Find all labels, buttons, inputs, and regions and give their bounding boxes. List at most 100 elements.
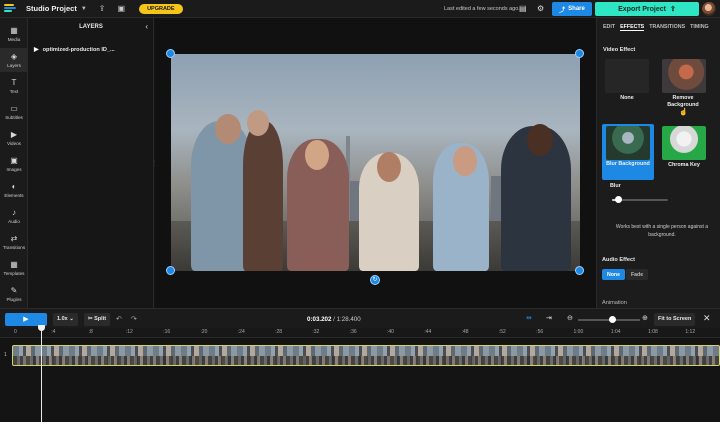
blur-slider-knob[interactable]: [614, 196, 622, 203]
image-icon[interactable]: ▣: [118, 4, 126, 13]
layers-panel: LAYERS ‹ ▶ optimized-production ID_...: [28, 18, 154, 308]
layer-item-name: optimized-production ID_...: [42, 46, 115, 53]
rail-label: Images: [6, 166, 22, 172]
share-button[interactable]: ⤴ Share: [552, 2, 592, 16]
snap-icon[interactable]: ⇹: [526, 314, 532, 322]
transitions-icon: ⇄: [10, 233, 18, 243]
images-icon: ▣: [10, 155, 18, 165]
rail-item-subtitles[interactable]: ▭ Subtitles: [0, 100, 28, 124]
effect-remove-background-thumb[interactable]: [662, 59, 706, 93]
subtitles-icon: ▭: [10, 103, 18, 113]
project-title[interactable]: Studio Project: [26, 4, 77, 13]
rail-label: Templates: [3, 270, 25, 276]
fit-to-screen-button[interactable]: Fit to Screen: [654, 313, 696, 326]
ruler-tick: :32: [312, 329, 320, 335]
tool-rail: ▦ Media ◈ Layers T Text ▭ Subtitles ▶ Videos …: [0, 18, 28, 308]
audio-effect-label: Audio Effect: [602, 257, 635, 263]
rail-item-elements[interactable]: ◐ Elements: [0, 178, 28, 202]
rail-label: Audio: [8, 218, 20, 224]
rail-item-layers[interactable]: ◈ Layers: [0, 48, 28, 72]
tab-effects[interactable]: EFFECTS: [620, 24, 645, 31]
current-time: 0:03.202: [307, 316, 332, 323]
rail-label: Subtitles: [5, 114, 23, 120]
play-icon: ▶: [23, 316, 29, 323]
video-frame[interactable]: [171, 54, 580, 271]
rail-item-templates[interactable]: ▦ Templates: [0, 256, 28, 280]
avatar[interactable]: [702, 2, 716, 16]
close-icon[interactable]: ✕: [703, 313, 711, 324]
ruler-tick: :28: [275, 329, 283, 335]
rail-label: Text: [9, 88, 19, 94]
playhead[interactable]: [41, 326, 42, 422]
tab-edit[interactable]: EDIT: [603, 24, 615, 31]
blur-label: Blur: [610, 183, 621, 189]
effect-none-thumb[interactable]: [605, 59, 649, 93]
effect-chroma-key-thumb[interactable]: [662, 126, 706, 160]
share-icon: ⤴: [559, 7, 566, 14]
timeline-toolbar: ▶ 1.0x ⌄ ✂ Split ↶ ↷ 0:03.202 / 1:28.400…: [0, 308, 720, 328]
rail-item-text[interactable]: T Text: [0, 74, 28, 98]
effect-blur-background-thumb[interactable]: [606, 126, 650, 160]
layer-item[interactable]: ▶ optimized-production ID_...: [34, 46, 115, 54]
split-button[interactable]: ✂ Split: [84, 313, 111, 326]
collapse-chevron-icon[interactable]: ‹: [145, 22, 148, 31]
video-clip[interactable]: [12, 345, 720, 366]
resize-handle-bottom-right[interactable]: [575, 266, 584, 275]
rail-label: Media: [7, 36, 21, 42]
upgrade-button[interactable]: UPGRADE: [139, 3, 183, 14]
ruler-tick: :24: [237, 329, 245, 335]
cursor-pointer-icon: ☝: [679, 109, 688, 116]
video-effect-label: Video Effect: [603, 47, 636, 53]
zoom-out-icon[interactable]: ⊖: [567, 314, 573, 322]
effect-hint-text: Works best with a single person against …: [615, 224, 709, 238]
speed-value: 1.0x: [57, 316, 68, 322]
zoom-in-icon[interactable]: ⊕: [642, 314, 648, 322]
plugins-icon: ✎: [10, 285, 18, 295]
track-area: 1: [0, 338, 720, 422]
ruler-tick: :56: [536, 329, 544, 335]
track-number: 1: [4, 352, 7, 358]
ruler-tick: 1:00: [573, 329, 584, 335]
speed-select[interactable]: 1.0x ⌄: [53, 313, 78, 326]
gear-icon[interactable]: ⚙: [537, 4, 544, 13]
chevron-down-icon[interactable]: ▼: [81, 6, 87, 12]
audio-fade-button[interactable]: Fade: [626, 269, 649, 280]
tab-timing[interactable]: TIMING: [690, 24, 709, 31]
resize-handle-bottom-left[interactable]: [166, 266, 175, 275]
upload-icon[interactable]: ⇪: [99, 4, 106, 13]
rail-item-images[interactable]: ▣ Images: [0, 152, 28, 176]
rail-item-plugins[interactable]: ✎ Plugins: [0, 282, 28, 306]
ruler-tick: :36: [349, 329, 357, 335]
rail-item-media[interactable]: ▦ Media: [0, 22, 28, 46]
resize-handle-top-right[interactable]: [575, 49, 584, 58]
layers-title: LAYERS: [79, 24, 103, 30]
rail-item-transitions[interactable]: ⇄ Transitions: [0, 230, 28, 254]
rail-label: Videos: [7, 140, 21, 146]
comment-icon[interactable]: ▤: [519, 4, 527, 13]
effect-chroma-key-label: Chroma Key: [668, 162, 700, 168]
video-canvas: ↻: [155, 18, 596, 308]
ruler-tick: 1:12: [685, 329, 696, 335]
rotate-handle-icon[interactable]: ↻: [370, 275, 380, 285]
tab-transitions[interactable]: TRANSITIONS: [649, 24, 685, 31]
zoom-slider-knob[interactable]: [609, 316, 616, 323]
rail-item-audio[interactable]: ♪ Audio: [0, 204, 28, 228]
export-icon: ⇪: [669, 6, 676, 13]
effect-blur-background-label: Blur Background: [606, 161, 650, 167]
last-edited-text: Last edited a few seconds ago.: [444, 6, 520, 12]
export-project-button[interactable]: Export Project ⇪: [595, 2, 699, 16]
undo-icon[interactable]: ↶: [116, 315, 122, 323]
resize-handle-top-left[interactable]: [166, 49, 175, 58]
redo-icon[interactable]: ↷: [131, 315, 137, 323]
timeline-ruler[interactable]: 0:4:8:12:16:20:24:28:32:36:40:44:48:52:5…: [0, 328, 720, 338]
rail-label: Transitions: [2, 244, 26, 250]
app-logo[interactable]: [4, 3, 18, 14]
audio-none-button[interactable]: None: [602, 269, 625, 280]
ruler-tick: :4: [51, 329, 56, 335]
rail-label: Plugins: [6, 296, 22, 302]
fit-width-icon[interactable]: ⇥: [546, 314, 552, 322]
templates-icon: ▦: [10, 259, 18, 269]
effect-remove-background-label: Remove Background: [667, 95, 699, 108]
split-label: Split: [94, 316, 107, 322]
rail-item-videos[interactable]: ▶ Videos: [0, 126, 28, 150]
